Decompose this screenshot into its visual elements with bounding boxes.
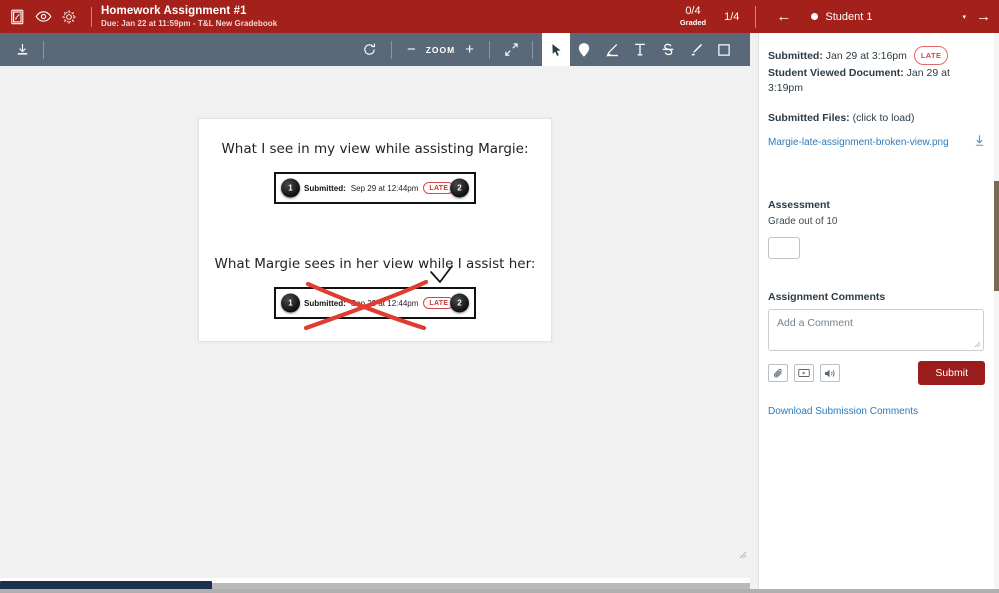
download-submission-comments-link[interactable]: Download Submission Comments [768,406,918,417]
snippet-content: Submitted: Sep 29 at 12:44pm LATE [276,182,454,194]
doc-heading-1: What I see in my view while assisting Ma… [199,141,551,157]
assignment-subtitle: Due: Jan 22 at 11:59pm - T&L New Gradebo… [101,18,277,29]
toolbar-divider-1 [43,41,44,59]
grade-label: Grade out of 10 [768,213,985,231]
comment-input[interactable]: Add a Comment [768,309,984,351]
viewed-label: Student Viewed Document: [768,67,904,79]
assessment-section: Assessment Grade out of 10 [768,197,985,259]
zoom-in-button[interactable]: + [459,42,480,57]
file-row: Margie-late-assignment-broken-view.png [768,134,985,150]
video-icon[interactable] [794,364,814,382]
textarea-resize-icon[interactable] [974,341,981,348]
submitted-file-link[interactable]: Margie-late-assignment-broken-view.png [768,137,949,148]
submitted-value: Jan 29 at 3:16pm [826,50,907,62]
snippet-submitted-label-2: Submitted: [304,299,346,308]
snippet-content-2: Submitted: Sep 29 at 12:44pm LATE [276,297,454,309]
student-selector[interactable]: Student 1 [811,11,872,23]
resize-grip-icon [739,551,747,559]
files-label: Submitted Files: [768,112,850,124]
late-badge: LATE [914,46,949,65]
submission-snippet-1: 1 Submitted: Sep 29 at 12:44pm LATE 2 [274,172,476,204]
pin-tool[interactable] [570,33,598,66]
submission-snippet-2: 1 Submitted: Sep 29 at 12:44pm LATE 2 [274,287,476,319]
graded-label: Graded [680,17,706,29]
document-viewer[interactable]: What I see in my view while assisting Ma… [0,66,750,578]
snippet-badge-right-2: 2 [450,294,469,313]
pencil-tool[interactable] [598,33,626,66]
toolbar-divider-2 [391,41,392,59]
panel-right-scrollbar-thumb[interactable] [994,181,999,291]
paperclip-icon[interactable] [768,364,788,382]
document-toolbar: − ZOOM + [0,33,750,66]
box-tool[interactable] [710,33,738,66]
doc-heading-2: What Margie sees in her view while I ass… [199,256,551,272]
annotation-tools [542,33,738,66]
gear-icon[interactable] [56,4,82,30]
snippet-badge-left: 1 [281,179,300,198]
eye-icon[interactable] [30,4,56,30]
submitted-files-section: Submitted Files: (click to load) [768,111,985,126]
text-tool[interactable] [626,33,654,66]
toolbar-divider-4 [532,41,533,59]
submission-details-panel: Submitted: Jan 29 at 3:16pm LATE Student… [759,33,994,593]
download-arrow-icon[interactable] [974,134,985,150]
snippet-date-2: Sep 29 at 12:44pm [351,299,419,308]
expand-icon[interactable] [499,38,523,62]
panel-right-scrollbar-track[interactable] [994,33,999,593]
zoom-out-button[interactable]: − [401,42,422,57]
comment-actions: Submit [768,361,985,385]
assessment-title: Assessment [768,197,985,213]
assignment-info: Homework Assignment #1 Due: Jan 22 at 11… [101,5,277,29]
snippet-date: Sep 29 at 12:44pm [351,184,419,193]
submit-button[interactable]: Submit [918,361,985,385]
panel-scrollbar-rail[interactable] [750,33,759,593]
document-page: What I see in my view while assisting Ma… [198,118,552,342]
student-name: Student 1 [825,11,872,23]
window-bottom-strip [0,589,999,593]
next-student-button[interactable]: → [966,9,999,24]
cursor-tool[interactable] [542,33,570,66]
assignment-comments-section: Assignment Comments Add a Comment [768,291,985,417]
student-navigation: ← Student 1 ▾ → [756,9,999,24]
snippet-badge-right: 2 [450,179,469,198]
highlighter-tool[interactable] [682,33,710,66]
rotate-icon[interactable] [358,38,382,62]
speedgrader-icon[interactable] [4,4,30,30]
app-header: Homework Assignment #1 Due: Jan 22 at 11… [0,0,999,33]
files-hint: (click to load) [853,112,915,124]
zoom-label[interactable]: ZOOM [422,45,460,55]
snippet-badge-left-2: 1 [281,294,300,313]
snippet-submitted-label: Submitted: [304,184,346,193]
student-status-dot [811,13,818,20]
comments-title: Assignment Comments [768,291,985,303]
zoom-controls: − ZOOM + [401,42,480,57]
student-position: 1/4 [724,11,739,23]
toolbar-left-group [0,38,53,62]
previous-student-button[interactable]: ← [770,9,797,24]
submitted-label: Submitted: [768,50,823,62]
graded-count: 0/4 [685,5,700,17]
header-icon-group [0,4,82,30]
download-icon[interactable] [10,38,34,62]
speedgrader-app: Homework Assignment #1 Due: Jan 22 at 11… [0,0,999,593]
header-divider [91,7,92,27]
toolbar-divider-3 [489,41,490,59]
assignment-title: Homework Assignment #1 [101,5,277,18]
audio-icon[interactable] [820,364,840,382]
viewed-line: Student Viewed Document: Jan 29 at 3:19p… [768,66,985,96]
strikethrough-tool[interactable] [654,33,682,66]
grade-input[interactable] [768,237,800,259]
submitted-line: Submitted: Jan 29 at 3:16pm LATE [768,46,985,65]
graded-counter: 0/4 Graded [680,5,706,29]
